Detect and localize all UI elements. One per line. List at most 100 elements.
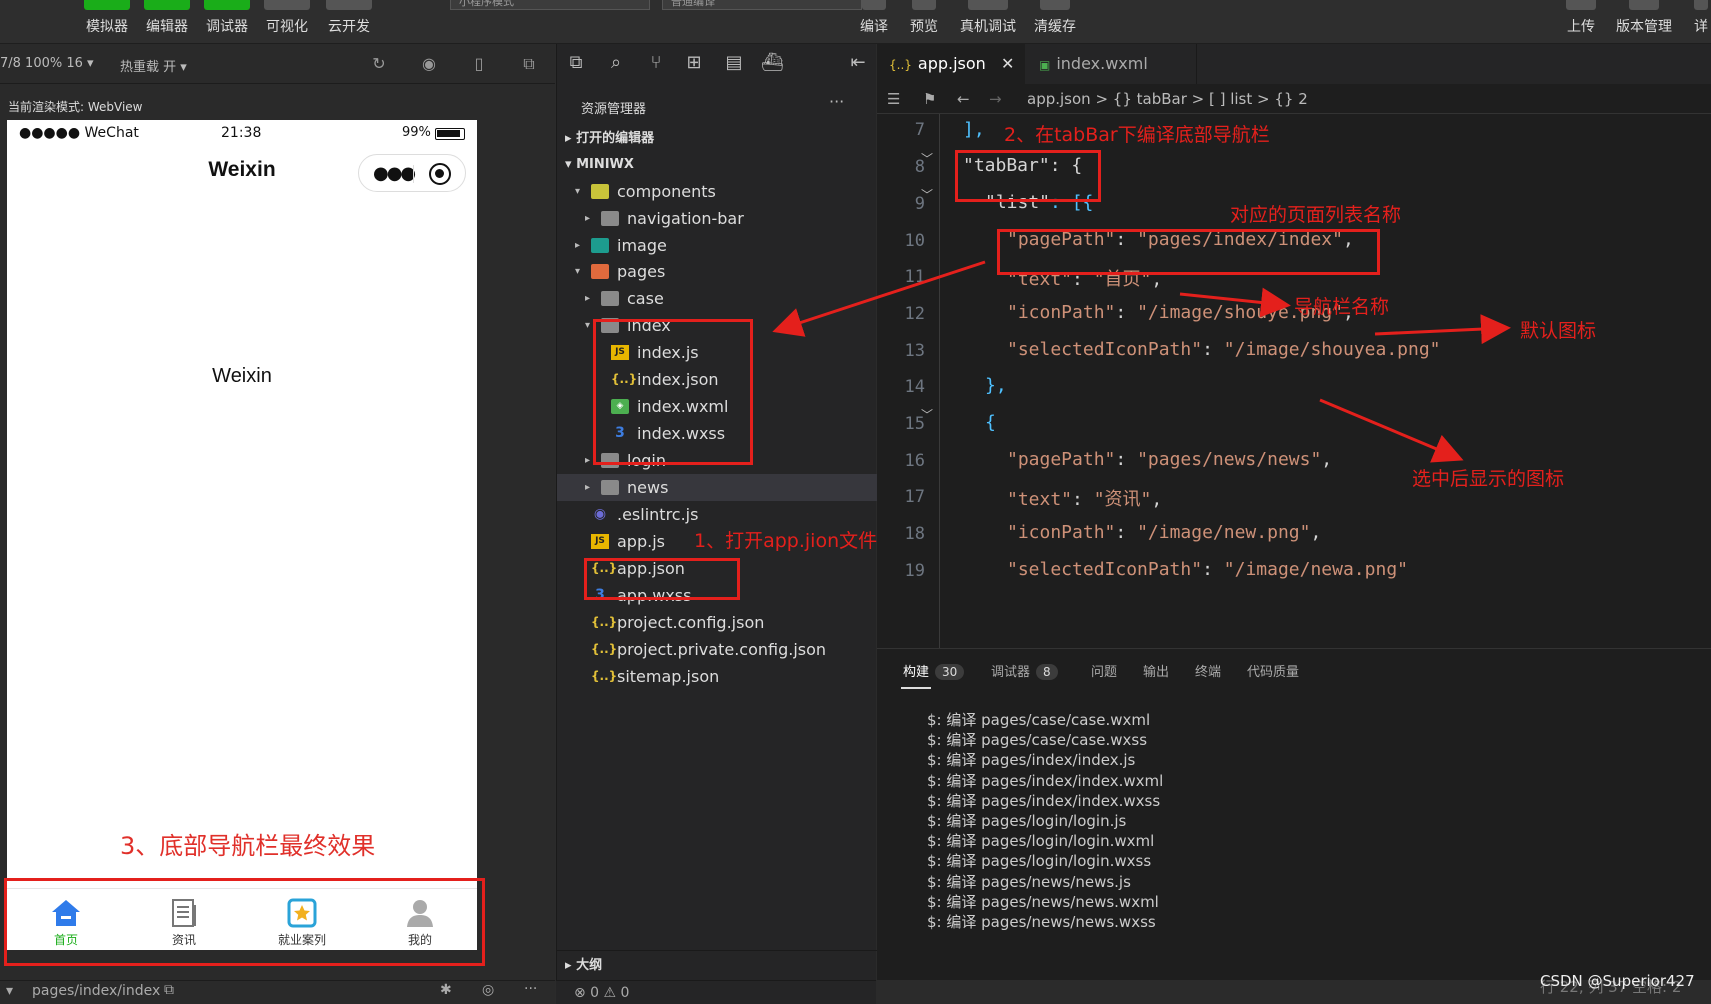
docker-icon[interactable]: ⛴ (761, 52, 784, 73)
explorer-more-icon[interactable]: ··· (829, 92, 844, 111)
code-line-7[interactable]: ], (963, 119, 985, 140)
fold-chevron-icon[interactable]: ﹀ (921, 150, 933, 167)
details-icon (1694, 0, 1708, 10)
tab-index-wxml[interactable]: ▣ index.wxml (1027, 44, 1197, 84)
problems-indicator[interactable]: ⊗ 0 ⚠ 0 (556, 980, 876, 1004)
outline-section[interactable]: ▸ 大纲 (557, 950, 877, 980)
close-mini-icon[interactable] (429, 163, 451, 185)
tree-item-label: project.private.config.json (617, 640, 827, 659)
editor-icon (144, 0, 190, 10)
clear-cache-button[interactable]: 清缓存 (1034, 0, 1076, 36)
files-icon[interactable]: ⧉ (565, 52, 587, 73)
search-icon[interactable]: ⌕ (605, 52, 627, 73)
fold-chevron-icon[interactable]: ﹀ (921, 186, 933, 203)
tree-item-label: news (627, 478, 669, 497)
mode-select[interactable]: 小程序模式 (450, 0, 650, 10)
cloud-dev-button[interactable]: 云开发 (326, 0, 372, 36)
code-line-13[interactable]: "selectedIconPath": "/image/shouyea.png" (1007, 339, 1441, 360)
record-icon[interactable]: ◉ (420, 55, 438, 73)
breadcrumb-path[interactable]: app.json > {} tabBar > [ ] list > {} 2 (1027, 84, 1308, 114)
tree-item[interactable]: ▸ navigation-bar (557, 205, 877, 232)
js-file-icon: JS (591, 534, 609, 549)
menu-capsule[interactable]: ●●● (358, 154, 466, 192)
open-editors-section[interactable]: ▸ 打开的编辑器 (557, 126, 877, 152)
chevron-down-icon[interactable]: ▾ (575, 258, 580, 285)
real-debug-button[interactable]: 真机调试 (960, 0, 1016, 36)
tab-terminal[interactable]: 终端 (1195, 661, 1221, 680)
chevron-down-icon[interactable]: ▾ (575, 178, 580, 205)
page-path[interactable]: pages/index/index (32, 983, 160, 999)
tab-app-json[interactable]: {..} app.json ✕ (877, 44, 1025, 84)
tree-item[interactable]: ▾ pages (557, 258, 877, 285)
chevron-right-icon[interactable]: ▸ (585, 205, 590, 232)
chevron-right-icon[interactable]: ▸ (585, 285, 590, 312)
more-icon[interactable]: ··· (524, 981, 537, 997)
chevron-down-icon[interactable]: ▾ (585, 312, 590, 339)
fold-chevron-icon[interactable]: ﹀ (921, 406, 933, 423)
chevron-right-icon[interactable]: ▸ (585, 474, 590, 501)
tree-item[interactable]: ◉ .eslintrc.js (557, 501, 877, 528)
list-icon[interactable]: ☰ (887, 84, 900, 114)
refresh-icon[interactable]: ↻ (370, 55, 388, 73)
chevron-right-icon[interactable]: ▸ (575, 232, 580, 259)
forward-arrow-icon[interactable]: → (989, 84, 1002, 114)
tabbar-highlight-box (4, 878, 485, 966)
tab-output[interactable]: 输出 (1143, 661, 1169, 680)
preview-icon (912, 0, 936, 10)
debugger-button[interactable]: 调试器 (204, 0, 250, 36)
tabbar-key-highlight-box (955, 150, 1101, 202)
project-section[interactable]: ▾ MINIWX (557, 152, 877, 178)
hot-reload-toggle[interactable]: 热重载 开 ▾ (120, 56, 187, 75)
tree-item[interactable]: {..} project.config.json (557, 609, 877, 636)
code-line-14[interactable]: }, (985, 375, 1007, 396)
tab-debugger[interactable]: 调试器 8 (991, 661, 1058, 680)
index-folder-highlight-box (593, 319, 753, 465)
details-button[interactable]: 详 (1694, 0, 1708, 36)
code-line-17[interactable]: "text": "资讯", (1007, 485, 1162, 511)
code-line-18[interactable]: "iconPath": "/image/new.png", (1007, 522, 1321, 543)
compile-select[interactable]: 普通编译 (662, 0, 862, 10)
popout-icon[interactable]: ⧉ (520, 55, 538, 73)
preview-button[interactable]: 预览 (910, 0, 938, 36)
log-line: $: 编译 pages/index/index.wxss (927, 791, 1161, 810)
phone-debug-icon (968, 0, 1008, 10)
tree-item[interactable]: {..} project.private.config.json (557, 636, 877, 663)
code-line-19[interactable]: "selectedIconPath": "/image/newa.png" (1007, 559, 1408, 580)
more-icon[interactable]: ●●● (373, 163, 416, 184)
copy-icon[interactable]: ⧉ (164, 982, 174, 998)
tree-item[interactable]: ▾ components (557, 178, 877, 205)
phone-icon[interactable]: ▯ (470, 55, 488, 73)
code-line-16[interactable]: "pagePath": "pages/news/news", (1007, 449, 1332, 470)
tab-code-quality[interactable]: 代码质量 (1247, 661, 1299, 680)
back-arrow-icon[interactable]: ← (957, 84, 970, 114)
editor-button[interactable]: 编辑器 (144, 0, 190, 36)
tree-item-label: components (617, 182, 716, 201)
close-icon[interactable]: ✕ (1001, 44, 1014, 84)
bug-icon[interactable]: ✱ (440, 982, 452, 998)
git-branch-icon[interactable]: ⑂ (645, 52, 667, 73)
device-select[interactable]: 7/8 100% 16 ▾ (0, 56, 94, 71)
simulator-button[interactable]: 模拟器 (84, 0, 130, 36)
step2-annotation: 2、在tabBar下编译底部导航栏 (1004, 124, 1270, 146)
version-button[interactable]: 版本管理 (1616, 0, 1672, 36)
eye-icon[interactable]: ◎ (482, 982, 494, 998)
storage-icon[interactable]: ▤ (723, 52, 745, 73)
upload-button[interactable]: 上传 (1566, 0, 1596, 36)
default-icon-annotation: 默认图标 (1520, 320, 1597, 342)
collapse-panel-icon[interactable]: ⇤ (847, 52, 869, 73)
code-line-15[interactable]: { (985, 412, 996, 433)
tab-problems[interactable]: 问题 (1091, 661, 1117, 680)
extensions-icon[interactable]: ⊞ (683, 52, 705, 73)
log-line: $: 编译 pages/news/news.wxss (927, 913, 1156, 931)
visualize-button[interactable]: 可视化 (264, 0, 310, 36)
chevron-right-icon[interactable]: ▸ (585, 447, 590, 474)
bookmark-icon[interactable]: ⚑ (923, 84, 936, 114)
tree-item-label: sitemap.json (617, 667, 720, 686)
tree-item[interactable]: ▸ image (557, 232, 877, 259)
log-line: $: 编译 pages/news/news.wxml (927, 892, 1159, 911)
tree-item[interactable]: {..} sitemap.json (557, 663, 877, 690)
tab-build[interactable]: 构建 30 (903, 661, 965, 680)
tree-item[interactable]: ▸ news (557, 474, 877, 501)
compile-button[interactable]: 编译 (860, 0, 888, 36)
tree-item[interactable]: ▸ case (557, 285, 877, 312)
